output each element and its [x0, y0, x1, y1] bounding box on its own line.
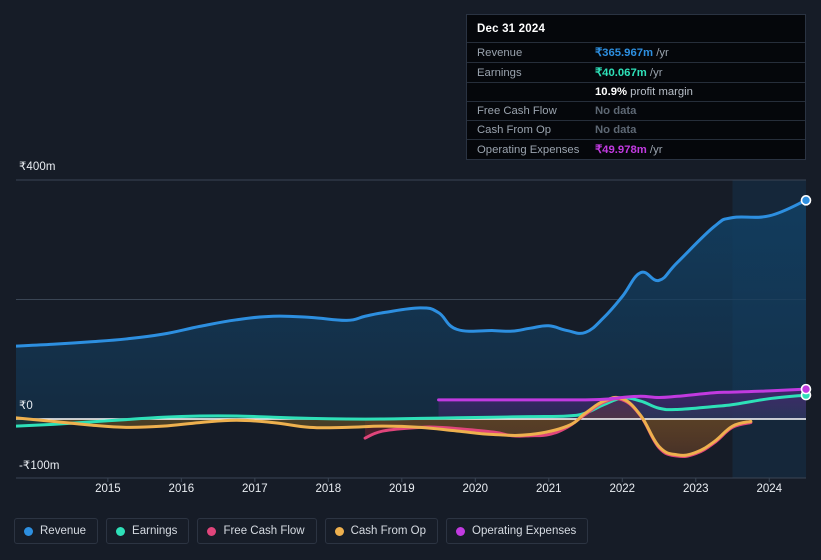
legend-color-dot-icon [24, 526, 33, 536]
legend-color-dot-icon [207, 526, 217, 536]
legend-item-label: Revenue [40, 525, 87, 537]
x-axis-label-2019: 2019 [389, 483, 415, 495]
tooltip-row-label: Operating Expenses [477, 143, 580, 156]
tooltip-value-number: No data [595, 105, 637, 117]
tooltip-value-unit: /yr [646, 67, 663, 79]
tooltip-rows: Revenue ₹365.967m /yr Earnings ₹40.067m /yr… [467, 42, 805, 159]
tooltip-row-value: 10.9% profit margin [595, 86, 693, 98]
legend-item-label: Earnings [132, 525, 178, 537]
x-axis-label-2016: 2016 [168, 483, 195, 495]
legend-item-label: Free Cash Flow [223, 525, 305, 537]
x-axis-label-2021: 2021 [535, 483, 562, 495]
y-axis-label-400: ₹400m [19, 161, 56, 173]
tooltip-row-label: Earnings [477, 66, 522, 79]
legend-item-cash-from-op[interactable]: Cash From Op [324, 518, 439, 544]
tooltip-value-number: 10.9% [595, 86, 628, 98]
tooltip-row: Operating Expenses ₹49.978m /yr [467, 139, 805, 159]
tooltip-date: Dec 31 2024 [477, 23, 546, 35]
x-axis-label-2020: 2020 [462, 483, 489, 495]
tooltip-row: Revenue ₹365.967m /yr [467, 42, 805, 62]
tooltip-row: 10.9% profit margin [467, 82, 805, 101]
tooltip-row-value: No data [595, 124, 636, 136]
tooltip-row: Cash From Op No data [467, 120, 805, 139]
y-axis-label-0: ₹0 [19, 400, 33, 412]
tooltip-value-number: ₹365.967m [595, 47, 654, 59]
x-axis-label-2015: 2015 [95, 483, 121, 495]
x-axis-label-2023: 2023 [682, 483, 709, 495]
tooltip-row-value: ₹365.967m /yr [595, 46, 669, 59]
tooltip-value-unit: profit margin [627, 86, 693, 98]
endpoint-marker-operating-expenses [800, 383, 812, 395]
tooltip-value-unit: /yr [653, 47, 669, 59]
tooltip-row-value: No data [595, 105, 636, 117]
tooltip-value-number: No data [595, 124, 637, 136]
tooltip-row-value: ₹40.067m /yr [595, 66, 663, 79]
legend-item-earnings[interactable]: Earnings [106, 518, 190, 544]
y-axis-label-neg100: -₹100m [19, 460, 60, 472]
tooltip-row-label: Cash From Op [477, 124, 552, 136]
financial-chart-page: ₹400m ₹0 -₹100m 2015 2016 2017 2018 2019 2020… [0, 0, 821, 560]
tooltip-value-unit: /yr [646, 144, 663, 156]
data-tooltip: Dec 31 2024 Revenue ₹365.967m /yr Earnings… [466, 14, 806, 160]
tooltip-row-label: Revenue [477, 46, 523, 59]
x-axis-label-2024: 2024 [756, 483, 783, 495]
tooltip-value-number: ₹49.978m [595, 144, 647, 156]
legend-item-free-cash-flow[interactable]: Free Cash Flow [197, 518, 317, 544]
legend-item-operating-expenses[interactable]: Operating Expenses [446, 518, 589, 544]
tooltip-row: Earnings ₹40.067m /yr [467, 62, 805, 82]
tooltip-row-value: ₹49.978m /yr [595, 143, 663, 156]
chart-legend: Revenue Earnings Free Cash Flow Cash From O… [14, 518, 589, 544]
legend-color-dot-icon [334, 526, 344, 536]
legend-color-dot-icon [116, 526, 126, 536]
x-axis-label-2017: 2017 [242, 483, 268, 495]
legend-item-revenue[interactable]: Revenue [14, 518, 99, 544]
x-axis-label-2018: 2018 [315, 483, 342, 495]
legend-color-dot-icon [456, 526, 466, 536]
tooltip-value-number: ₹40.067m [595, 67, 647, 79]
tooltip-row: Free Cash Flow No data [467, 101, 805, 120]
x-axis-label-2022: 2022 [609, 483, 636, 495]
legend-item-label: Operating Expenses [472, 525, 577, 537]
legend-item-label: Cash From Op [350, 525, 427, 537]
tooltip-row-label: Free Cash Flow [477, 105, 557, 117]
endpoint-marker-revenue [800, 195, 812, 206]
